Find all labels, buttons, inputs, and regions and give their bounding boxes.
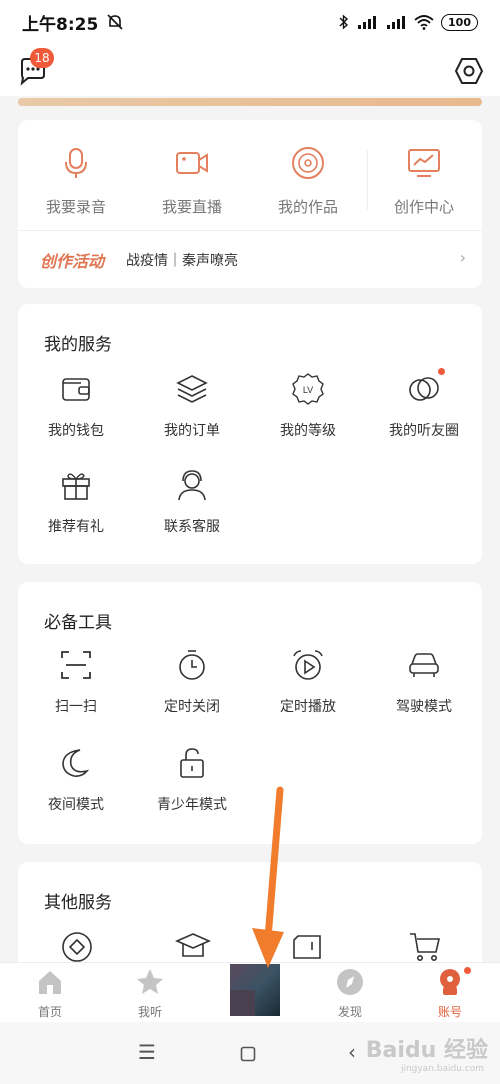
signal-icon-2 [387, 16, 406, 29]
live-stream-button[interactable]: 我要直播 [134, 146, 250, 217]
live-stream-label: 我要直播 [161, 198, 222, 216]
scan-button[interactable]: 扫一扫 [18, 648, 134, 716]
nav-discover[interactable]: 发现 [300, 967, 400, 1020]
signal-icon [358, 16, 377, 29]
nav-listen-label: 我听 [137, 1005, 162, 1019]
circles-icon [409, 377, 439, 401]
card-icon[interactable] [290, 930, 324, 964]
services-title: 我的服务 [44, 335, 112, 355]
watermark-url: jingyan.baidu.com [400, 1064, 484, 1074]
member-banner-strip[interactable] [18, 98, 482, 106]
referral-label: 推荐有礼 [48, 519, 104, 535]
status-bar: 上午8:25 100 [0, 0, 500, 44]
graduation-cap-icon[interactable] [174, 930, 212, 964]
gift-icon [62, 473, 90, 500]
night-mode-label: 夜间模式 [48, 797, 104, 813]
microphone-icon [65, 148, 87, 178]
scan-icon [61, 651, 91, 679]
home-icon [39, 971, 61, 994]
driving-mode-label: 驾驶模式 [396, 699, 452, 715]
battery-indicator: 100 [441, 13, 478, 31]
message-count-badge: 18 [30, 48, 54, 68]
orders-button[interactable]: 我的订单 [134, 372, 250, 440]
create-card: 我要录音 我要直播 我的作品 创作中心 创作活动 战疫情｜秦声嘹亮 › [18, 120, 482, 288]
wallet-label: 我的钱包 [48, 423, 104, 439]
wifi-icon [414, 15, 434, 30]
my-works-label: 我的作品 [277, 198, 338, 216]
vinyl-record-icon [292, 147, 324, 179]
orders-label: 我的订单 [164, 423, 220, 439]
night-mode-button[interactable]: 夜间模式 [18, 746, 134, 814]
compass-icon [337, 969, 363, 995]
home-square-icon[interactable] [240, 1046, 256, 1062]
star-icon [137, 969, 163, 994]
teen-mode-label: 青少年模式 [157, 797, 227, 813]
car-icon [409, 653, 439, 677]
driving-mode-button[interactable]: 驾驶模式 [366, 648, 482, 716]
nav-home[interactable]: 首页 [0, 967, 100, 1020]
my-works-button[interactable]: 我的作品 [250, 146, 366, 217]
other-services-title: 其他服务 [44, 893, 112, 913]
nav-home-label: 首页 [37, 1005, 62, 1019]
customer-service-button[interactable]: 联系客服 [134, 468, 250, 536]
level-label: 我的等级 [280, 423, 336, 439]
tools-title: 必备工具 [44, 613, 112, 633]
tools-card: 必备工具 扫一扫 定时关闭 定时播放 驾驶模式 夜间模式 青少年模式 [18, 582, 482, 844]
scheduled-play-label: 定时播放 [280, 699, 336, 715]
account-dot-indicator [464, 967, 471, 974]
video-camera-icon [176, 152, 208, 174]
teen-mode-button[interactable]: 青少年模式 [134, 746, 250, 814]
create-quick-row: 我要录音 我要直播 我的作品 创作中心 [18, 120, 482, 228]
account-icon [440, 969, 460, 995]
listener-circle-label: 我的听友圈 [389, 423, 459, 439]
sleep-timer-button[interactable]: 定时关闭 [134, 648, 250, 716]
new-dot-indicator [438, 368, 445, 375]
watermark-logo: Baidu 经验 [365, 1038, 488, 1063]
moon-icon [62, 749, 90, 777]
nav-account-label: 账号 [437, 1005, 462, 1019]
cart-icon[interactable] [408, 930, 442, 964]
creation-activity-row[interactable]: 创作活动 战疫情｜秦声嘹亮 › [18, 230, 482, 286]
settings-icon[interactable] [454, 56, 484, 86]
referral-button[interactable]: 推荐有礼 [18, 468, 134, 536]
chevron-right-icon: › [459, 248, 466, 267]
creation-activity-text: 战疫情｜秦声嘹亮 [126, 253, 238, 269]
layers-icon [176, 375, 208, 403]
menu-icon[interactable]: ☰ [138, 1040, 156, 1064]
creator-center-label: 创作中心 [393, 198, 454, 216]
alarm-play-icon [293, 650, 323, 680]
nav-listen[interactable]: 我听 [100, 967, 200, 1020]
services-card: 我的服务 我的钱包 我的订单 LV 我的等级 我的听友圈 推荐有礼 联系客服 [18, 304, 482, 564]
status-time: 上午8:25 [22, 10, 124, 35]
scan-label: 扫一扫 [55, 699, 97, 715]
headset-agent-icon [178, 470, 206, 501]
listener-circle-button[interactable]: 我的听友圈 [366, 368, 482, 440]
nav-discover-label: 发现 [337, 1005, 362, 1019]
timer-icon [179, 650, 205, 680]
svg-text:LV: LV [303, 385, 313, 395]
other-services-card: 其他服务 [18, 862, 482, 972]
lock-icon [180, 748, 204, 778]
scheduled-play-button[interactable]: 定时播放 [250, 648, 366, 716]
record-audio-button[interactable]: 我要录音 [18, 146, 134, 217]
sleep-timer-label: 定时关闭 [164, 699, 220, 715]
status-icons: 100 [339, 13, 478, 31]
diamond-icon[interactable] [60, 930, 94, 964]
top-bar: 18 [0, 44, 500, 96]
creator-center-button[interactable]: 创作中心 [366, 146, 482, 217]
wallet-button[interactable]: 我的钱包 [18, 372, 134, 440]
level-button[interactable]: LV 我的等级 [250, 372, 366, 440]
back-icon[interactable]: ‹ [348, 1040, 356, 1064]
level-badge-icon: LV [292, 373, 324, 405]
wallet-icon [62, 378, 90, 401]
monitor-chart-icon [408, 149, 440, 177]
now-playing-thumbnail[interactable] [230, 964, 280, 1016]
bluetooth-icon [339, 14, 349, 30]
nav-account[interactable]: 账号 [400, 967, 500, 1020]
record-audio-label: 我要录音 [45, 198, 106, 216]
status-time-text: 上午8:25 [22, 14, 99, 35]
creation-activity-tag: 创作活动 [40, 252, 105, 271]
mute-bell-icon [107, 14, 123, 30]
customer-service-label: 联系客服 [164, 519, 220, 535]
